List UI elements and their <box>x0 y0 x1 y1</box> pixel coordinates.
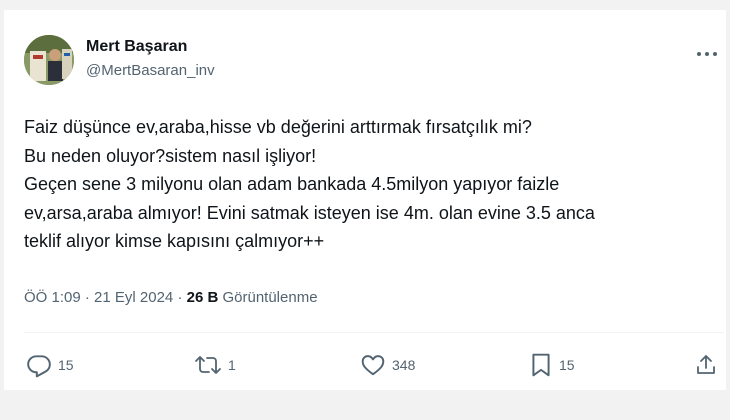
tweet-line: Bu neden oluyor?sistem nasıl işliyor! <box>24 145 317 166</box>
profile-photo-icon <box>24 35 74 85</box>
tweet-line: teklif alıyor kimse kapısını çalmıyor++ <box>24 231 325 251</box>
reply-button[interactable]: 15 <box>26 352 74 378</box>
tweet-time[interactable]: ÖÖ 1:09 <box>24 289 81 306</box>
bookmark-button[interactable]: 15 <box>529 352 575 378</box>
bookmark-icon <box>532 353 550 377</box>
author-name[interactable]: Mert Başaran <box>86 38 187 56</box>
tweet-line: ev,arsa,araba almıyor! Evini satmak iste… <box>24 202 595 223</box>
author-handle[interactable]: @MertBasaran_inv <box>86 62 215 79</box>
divider <box>24 332 724 333</box>
tweet-card: Mert Başaran @MertBasaran_inv Faiz düşün… <box>4 10 726 390</box>
tweet-meta: ÖÖ 1:09 · 21 Eyl 2024 · 26 B Görüntülenm… <box>24 289 318 306</box>
heart-icon <box>361 355 385 376</box>
tweet-date[interactable]: 21 Eyl 2024 <box>94 289 173 306</box>
bookmark-count: 15 <box>559 357 575 373</box>
meta-separator: · <box>84 289 90 306</box>
tweet-line: Geçen sene 3 milyonu olan adam bankada 4… <box>24 174 560 194</box>
tweet-line: Faiz düşünce ev,araba,hisse vb değerini … <box>24 117 532 137</box>
reply-icon <box>27 355 51 378</box>
views-count: 26 B <box>186 289 219 306</box>
repost-icon <box>195 356 221 374</box>
reply-count: 15 <box>58 357 74 373</box>
meta-separator: · <box>177 289 183 306</box>
share-icon <box>697 355 715 374</box>
share-button[interactable] <box>694 352 718 378</box>
like-count: 348 <box>392 357 416 373</box>
more-options-icon[interactable] <box>694 46 720 62</box>
avatar[interactable] <box>24 35 74 85</box>
like-button[interactable]: 348 <box>360 352 415 378</box>
tweet-text: Faiz düşünce ev,araba,hisse vb değerini … <box>24 113 714 256</box>
views-label: Görüntülenme <box>222 289 318 306</box>
repost-count: 1 <box>228 357 236 373</box>
repost-button[interactable]: 1 <box>194 352 236 378</box>
